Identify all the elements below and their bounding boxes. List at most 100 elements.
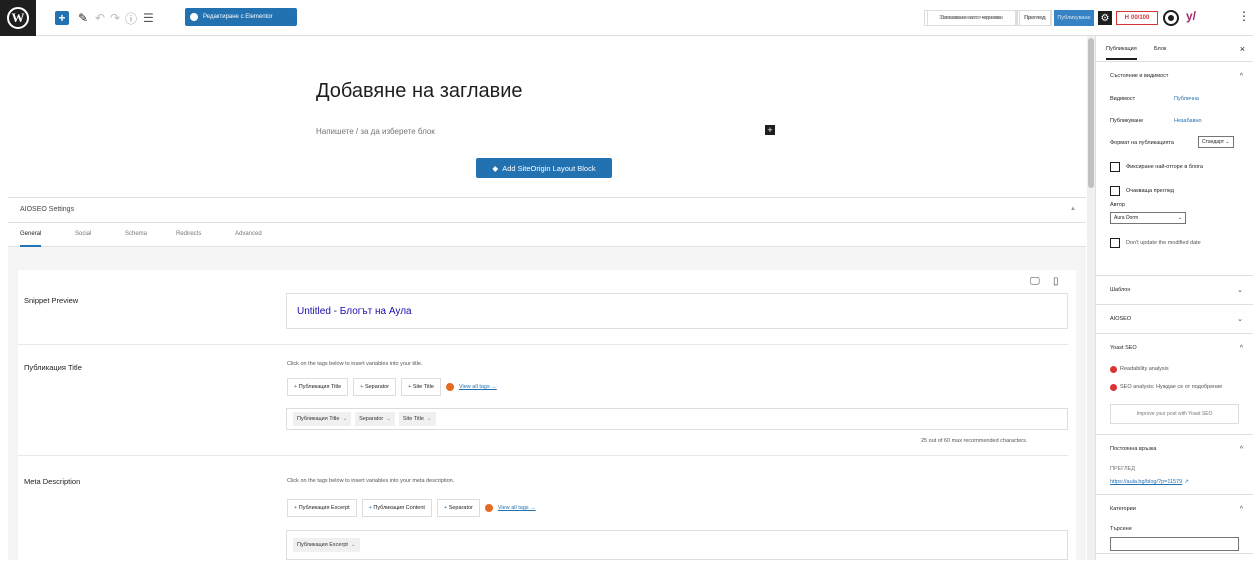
edit-tool-icon[interactable]: ✎	[78, 9, 88, 27]
categories-search-input[interactable]	[1110, 537, 1239, 551]
preview-btn[interactable]: Преглед	[1019, 10, 1051, 26]
pending-row: Очакваща преглед	[1096, 182, 1253, 200]
tag-post-content[interactable]: + Публикация Content	[361, 499, 432, 517]
close-sidebar-icon[interactable]: ×	[1240, 44, 1245, 54]
post-title-input[interactable]: Добавяне на заглавие	[316, 80, 523, 103]
author-row: Aura Dorm ⌄	[1096, 210, 1253, 228]
add-block-button[interactable]: +	[55, 11, 69, 25]
categories-header[interactable]: Категории ^	[1096, 495, 1253, 523]
tab-redirects[interactable]: Redirects	[176, 231, 201, 237]
desktop-preview-icon[interactable]: 🖵	[1030, 276, 1040, 287]
template-header[interactable]: Шаблон ⌄	[1096, 276, 1253, 304]
meta-tag-row: + Публикация Excerpt + Публикация Conten…	[287, 499, 536, 517]
edit-with-elementor-button[interactable]: Редактиране с Elementor	[185, 8, 297, 26]
publish-value[interactable]: Незабавно	[1174, 118, 1202, 124]
aioseo-settings-title: AIOSEO Settings	[20, 206, 75, 213]
aioseo-panel-side: AIOSEO ⌄	[1096, 305, 1253, 334]
tab-general[interactable]: General	[20, 231, 42, 247]
chevron-up-icon: ^	[1239, 505, 1243, 513]
permalink-url[interactable]: https://aula.bg/blog/?p=11579	[1110, 479, 1182, 485]
tab-advanced[interactable]: Advanced	[235, 231, 262, 237]
categories-search-label: Търсене	[1110, 526, 1132, 532]
permalink-header[interactable]: Постоянна връзка ^	[1096, 435, 1253, 463]
add-block-inline-icon[interactable]: +	[765, 125, 775, 135]
emoji-icon[interactable]	[445, 383, 454, 391]
collapse-caret-icon[interactable]: ▲	[1070, 206, 1076, 212]
aioseo-settings-header[interactable]: AIOSEO Settings ▲	[8, 197, 1086, 223]
external-link-icon: ↗	[1184, 479, 1189, 485]
view-all-tags-link[interactable]: View all tags →	[459, 384, 497, 390]
status-visibility-header[interactable]: Състояние и видимост ^	[1096, 62, 1253, 90]
yoast-icon[interactable]: y/	[1186, 9, 1196, 23]
yoast-panel: Yoast SEO ^ Readability analysis SEO anal…	[1096, 334, 1253, 435]
tag-post-excerpt[interactable]: + Публикация Excerpt	[287, 499, 357, 517]
publish-button[interactable]: Публикуване	[1054, 10, 1094, 26]
improve-yoast-button[interactable]: Improve your post with Yoast SEO	[1110, 404, 1239, 424]
section-divider	[18, 455, 1068, 456]
title-tag-row: + Публикация Title + Separator + Site Ti…	[287, 378, 497, 396]
tab-post[interactable]: Публикация	[1106, 46, 1137, 60]
siteorigin-label: Add SiteOrigin Layout Block	[502, 163, 596, 173]
block-appender[interactable]: Напишете / за да изберете блок	[316, 127, 435, 136]
post-title-label: Публикация Title	[24, 363, 82, 372]
sticky-checkbox[interactable]	[1110, 162, 1120, 172]
seo-score-icon: H	[1124, 15, 1129, 21]
snippet-preview-label: Snippet Preview	[24, 296, 79, 305]
save-draft-btn[interactable]: Запазване като чернова	[927, 10, 1017, 26]
info-icon[interactable]: ⓘ	[125, 9, 137, 27]
meta-token-input[interactable]: Публикация Excerpt ⌄	[286, 530, 1068, 560]
tag-separator[interactable]: + Separator	[353, 378, 397, 396]
scrollbar-thumb[interactable]	[1088, 38, 1094, 188]
tab-block[interactable]: Блок	[1154, 46, 1166, 52]
token-post-title[interactable]: Публикация Title ⌄	[293, 412, 352, 426]
visibility-row: Видимост Публична	[1110, 96, 1199, 102]
chevron-up-icon: ^	[1239, 445, 1243, 453]
settings-icon[interactable]: ⚙	[1098, 11, 1112, 25]
aioseo-icon[interactable]	[1163, 10, 1179, 26]
readability-row[interactable]: Readability analysis	[1096, 362, 1253, 376]
snippet-preview-box: Untitled - Блогът на Аула	[286, 293, 1068, 329]
status-visibility-panel: Състояние и видимост ^ Видимост Публична П…	[1096, 62, 1253, 276]
redo-icon[interactable]: ↷	[110, 9, 120, 27]
token-separator[interactable]: Separator ⌄	[355, 412, 395, 426]
token-post-excerpt[interactable]: Публикация Excerpt ⌄	[293, 538, 360, 552]
author-select[interactable]: Aura Dorm ⌄	[1110, 212, 1186, 224]
tag-site-title[interactable]: + Site Title	[401, 378, 441, 396]
permalink-row: https://aula.bg/blog/?p=11579 ↗	[1096, 475, 1253, 489]
section-divider	[18, 344, 1068, 345]
author-label: Автор	[1110, 202, 1126, 208]
dont-update-checkbox[interactable]	[1110, 238, 1120, 248]
tag-meta-separator[interactable]: + Separator	[436, 499, 480, 517]
aioseo-side-header[interactable]: AIOSEO ⌄	[1096, 305, 1253, 333]
list-view-icon[interactable]: ☰	[143, 9, 154, 27]
chevron-up-icon: ^	[1239, 344, 1243, 352]
more-options-icon[interactable]: ⋮	[1238, 9, 1250, 23]
sidebar-tabs: Публикация Блок ×	[1096, 36, 1253, 62]
tab-schema[interactable]: Schema	[125, 231, 147, 237]
emoji-icon[interactable]	[484, 504, 493, 512]
meta-description-label: Meta Description	[24, 477, 81, 486]
tag-post-title[interactable]: + Публикация Title	[287, 378, 349, 396]
siteorigin-icon: ◆	[492, 163, 499, 173]
chevron-down-icon: ⌄	[1237, 316, 1243, 323]
yoast-header[interactable]: Yoast SEO ^	[1096, 334, 1253, 362]
format-select[interactable]: Стандарт ⌄	[1198, 136, 1234, 148]
title-token-input[interactable]: Публикация Title ⌄ Separator ⌄ Site Title ⌄	[286, 408, 1068, 430]
token-site-title[interactable]: Site Title ⌄	[398, 412, 436, 426]
seo-score-badge[interactable]: H 00/100	[1116, 11, 1158, 25]
seo-analysis-row[interactable]: SEO analysis: Нуждае се от подобрение	[1096, 376, 1253, 398]
permalink-label: ПРЕГЛЕД	[1110, 466, 1135, 472]
categories-panel: Категории ^ Търсене	[1096, 495, 1253, 554]
editor-scrollbar[interactable]	[1087, 36, 1095, 560]
undo-icon[interactable]: ↶	[95, 9, 105, 27]
seo-score-value: 00/100	[1130, 15, 1150, 21]
siteorigin-layout-button[interactable]: ◆ Add SiteOrigin Layout Block	[476, 158, 612, 178]
sticky-row: Фиксиране най-отгоре в блога	[1096, 158, 1253, 176]
tab-social[interactable]: Social	[75, 231, 91, 237]
wordpress-logo-button[interactable]: W	[0, 0, 36, 36]
view-all-tags-link[interactable]: View all tags →	[498, 505, 536, 511]
visibility-value[interactable]: Публична	[1174, 96, 1199, 102]
mobile-preview-icon[interactable]: ▯	[1053, 276, 1059, 287]
format-row: Формат на публикацията Стандарт ⌄	[1096, 134, 1253, 152]
pending-checkbox[interactable]	[1110, 186, 1120, 196]
